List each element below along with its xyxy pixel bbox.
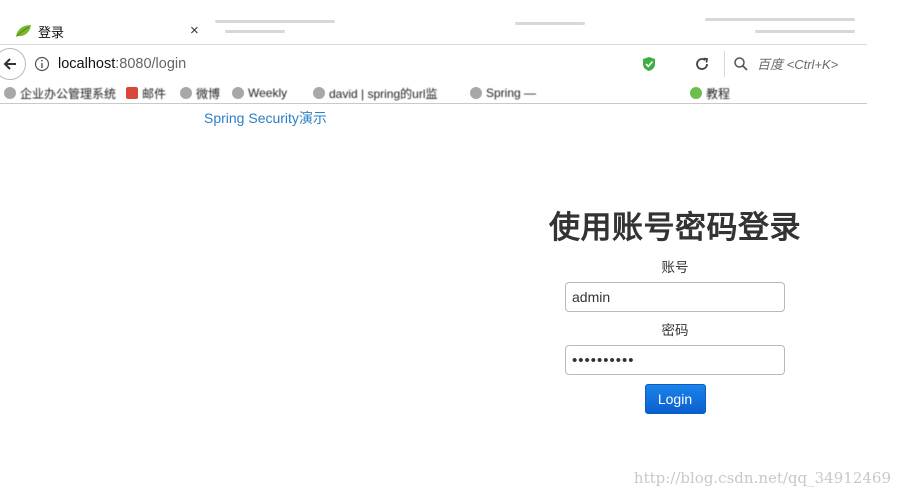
bookmark-item[interactable]: Weekly (232, 85, 287, 101)
password-input[interactable] (565, 345, 785, 375)
tab-strip: 登录 × (0, 0, 867, 44)
mail-icon (126, 87, 138, 99)
login-form: 使用账号密码登录 账号 密码 Login (540, 200, 810, 414)
bookmark-item[interactable]: david | spring的url监 (313, 85, 438, 101)
bookmark-item[interactable]: 企业办公管理系统 (4, 85, 116, 101)
back-arrow-icon (3, 58, 16, 70)
globe-icon (180, 87, 192, 99)
reload-icon[interactable] (693, 55, 711, 73)
login-button[interactable]: Login (644, 384, 706, 414)
url-text: localhost:8080/login (58, 56, 186, 72)
globe-icon (4, 87, 16, 99)
bookmark-item[interactable]: 教程 (690, 85, 730, 101)
browser-window: 登录 × localhost:8080/login 百度 <Ctrl+K> 企业… (0, 0, 901, 499)
bookmark-item[interactable]: Spring — (470, 85, 536, 101)
info-icon[interactable] (34, 56, 50, 72)
password-label: 密码 (661, 323, 689, 338)
tab-login[interactable]: 登录 × (0, 18, 212, 44)
url-path: :8080/login (115, 56, 187, 72)
globe-icon (470, 87, 482, 99)
search-input[interactable] (755, 55, 859, 73)
site-title-link[interactable]: Spring Security演示 (204, 108, 327, 128)
nav-bar: localhost:8080/login (0, 44, 867, 83)
bookmark-label: david | spring的url监 (329, 86, 438, 101)
bookmark-label: Spring — (486, 86, 537, 100)
globe-icon (232, 87, 244, 99)
username-label: 账号 (661, 260, 689, 275)
globe-icon (690, 87, 702, 99)
bookmark-item[interactable]: 邮件 (126, 85, 166, 101)
login-title: 使用账号密码登录 (549, 210, 801, 245)
shield-icon[interactable] (642, 56, 656, 72)
url-host: localhost (58, 56, 116, 72)
url-bar[interactable]: localhost:8080/login (28, 51, 682, 77)
search-icon (734, 57, 748, 71)
username-input[interactable] (565, 282, 785, 312)
blurred-tabs (215, 18, 865, 40)
bookmark-label: 邮件 (142, 86, 167, 101)
bookmark-label: Weekly (248, 86, 288, 100)
watermark: http://blog.csdn.net/qq_34912469 (633, 469, 891, 487)
globe-icon (313, 87, 325, 99)
bookmark-label: 微博 (196, 86, 221, 101)
tab-title: 登录 (38, 24, 65, 40)
back-button[interactable] (0, 48, 26, 80)
leaf-favicon-icon (16, 25, 31, 37)
search-box[interactable] (724, 51, 868, 77)
bookmarks-bar: 企业办公管理系统 邮件 微博 Weekly david | spring的url… (0, 83, 867, 104)
close-tab-icon[interactable]: × (190, 23, 204, 38)
bookmark-item[interactable]: 微博 (180, 85, 220, 101)
bookmark-label: 企业办公管理系统 (20, 86, 117, 101)
bookmark-label: 教程 (706, 86, 731, 101)
